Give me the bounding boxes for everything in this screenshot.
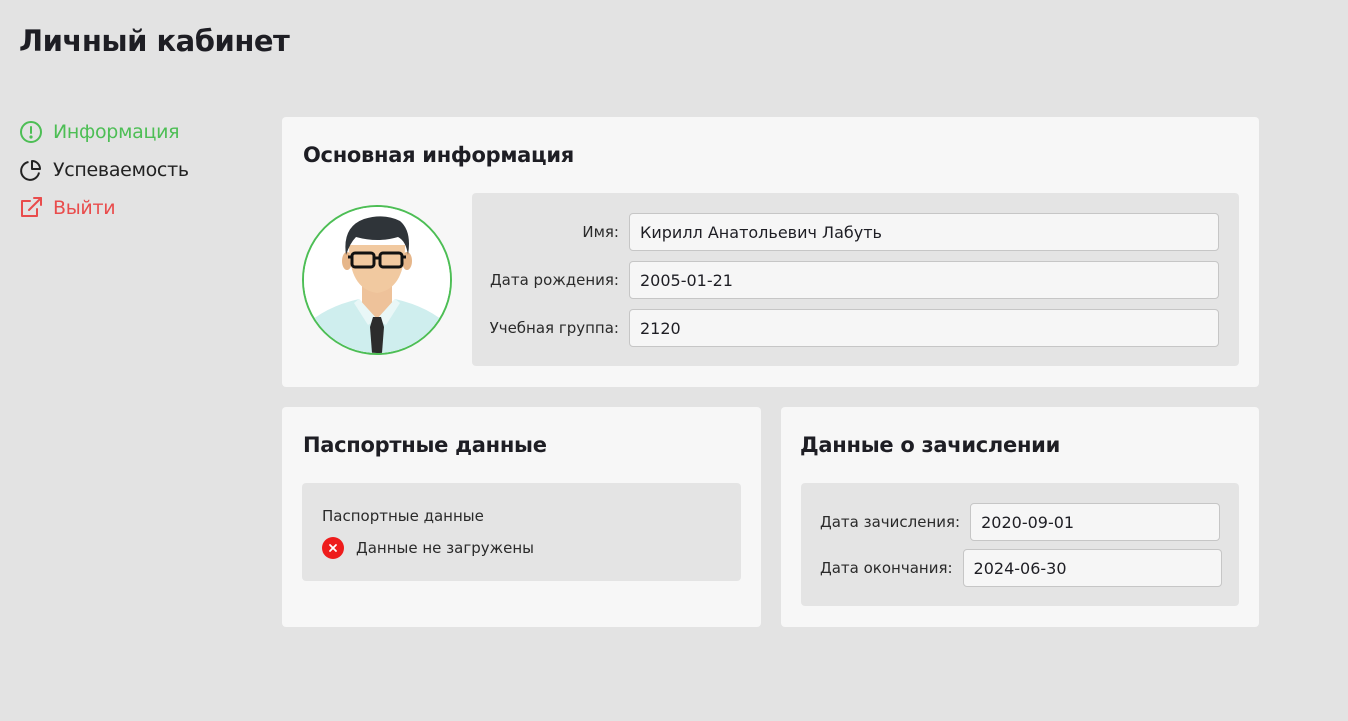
sidebar-nav: Информация Успеваемость Выйти (19, 119, 259, 233)
sidebar-item-progress[interactable]: Успеваемость (19, 157, 259, 183)
main-info-form: Имя: Кирилл Анатольевич Лабуть Дата рожд… (472, 193, 1239, 366)
sidebar-item-label: Информация (53, 121, 180, 143)
enrollment-card: Данные о зачислении Дата зачисления: 202… (781, 407, 1259, 627)
sidebar-item-logout[interactable]: Выйти (19, 195, 259, 221)
enroll-date-row: Дата зачисления: 2020-09-01 (820, 503, 1221, 541)
birthdate-field[interactable]: 2005-01-21 (629, 261, 1219, 299)
passport-card: Паспортные данные Паспортные данные Данн… (282, 407, 761, 627)
enrollment-panel: Дата зачисления: 2020-09-01 Дата окончан… (801, 483, 1239, 606)
sidebar-item-info[interactable]: Информация (19, 119, 259, 145)
page-title: Личный кабинет (19, 24, 290, 58)
external-link-icon (19, 196, 43, 220)
passport-label: Паспортные данные (322, 507, 484, 525)
passport-panel: Паспортные данные Данные не загружены (302, 483, 741, 581)
passport-status-text: Данные не загружены (356, 539, 535, 557)
enroll-date-label: Дата зачисления: (820, 513, 961, 531)
enrollment-title: Данные о зачислении (800, 433, 1060, 457)
pie-chart-icon (19, 158, 43, 182)
birthdate-label: Дата рождения: (489, 271, 619, 289)
end-date-row: Дата окончания: 2024-06-30 (820, 549, 1222, 587)
main-info-card: Основная информация Имя: Кирилл Анатолье… (282, 117, 1259, 387)
main-info-title: Основная информация (303, 143, 574, 167)
sidebar-item-label: Успеваемость (53, 159, 189, 181)
error-x-icon (322, 537, 344, 559)
birthdate-row: Дата рождения: 2005-01-21 (472, 261, 1219, 299)
name-label: Имя: (582, 223, 619, 241)
end-date-label: Дата окончания: (820, 559, 953, 577)
group-label: Учебная группа: (489, 319, 619, 337)
info-circle-icon (19, 120, 43, 144)
enroll-date-field[interactable]: 2020-09-01 (970, 503, 1221, 541)
name-field[interactable]: Кирилл Анатольевич Лабуть (629, 213, 1219, 251)
name-row: Имя: Кирилл Анатольевич Лабуть (472, 213, 1219, 251)
user-avatar-icon (302, 205, 452, 355)
passport-title: Паспортные данные (303, 433, 547, 457)
group-field[interactable]: 2120 (629, 309, 1219, 347)
end-date-field[interactable]: 2024-06-30 (962, 549, 1222, 587)
group-row: Учебная группа: 2120 (472, 309, 1219, 347)
passport-status: Данные не загружены (322, 537, 534, 559)
sidebar-item-label: Выйти (53, 197, 116, 219)
